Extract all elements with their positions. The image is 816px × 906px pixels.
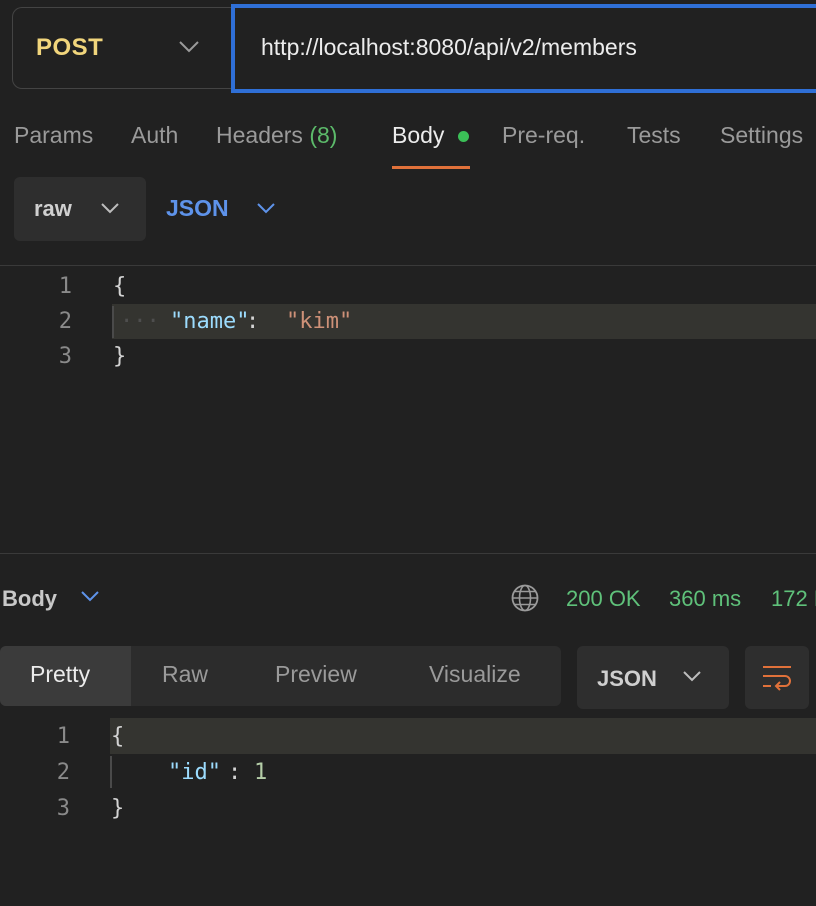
json-key[interactable]: "id"	[168, 760, 221, 785]
json-colon: :	[228, 760, 242, 785]
chevron-down-icon[interactable]	[178, 40, 200, 54]
globe-icon[interactable]	[510, 583, 540, 613]
status-code[interactable]: 200 OK	[566, 586, 641, 612]
tab-body[interactable]: Body	[392, 122, 444, 149]
wrap-lines-icon	[761, 662, 793, 694]
json-number-value[interactable]: 1	[254, 760, 267, 785]
line-number: 2	[58, 309, 72, 334]
chevron-down-icon	[100, 202, 120, 214]
json-colon: :	[246, 309, 260, 334]
tab-headers[interactable]: Headers (8)	[216, 122, 337, 149]
indent-guide	[110, 756, 112, 788]
pane-splitter[interactable]	[0, 553, 816, 554]
close-brace[interactable]: }	[111, 796, 124, 821]
response-size[interactable]: 172 B	[771, 586, 816, 612]
divider	[0, 265, 816, 266]
line-number: 1	[56, 724, 70, 749]
whitespace-dots: ···	[120, 309, 160, 334]
tab-pre-request[interactable]: Pre-req.	[502, 122, 585, 149]
method-label: POST	[36, 34, 104, 61]
headers-count: (8)	[309, 122, 338, 148]
tab-tests[interactable]: Tests	[627, 122, 681, 149]
body-language-dropdown[interactable]: JSON	[166, 195, 229, 222]
response-section-label[interactable]: Body	[2, 586, 57, 612]
open-brace[interactable]: {	[113, 274, 126, 299]
response-time[interactable]: 360 ms	[669, 586, 741, 612]
tab-auth[interactable]: Auth	[131, 122, 178, 149]
chevron-down-icon[interactable]	[256, 202, 276, 214]
line-number: 1	[58, 274, 72, 299]
json-string-value[interactable]: "kim"	[286, 309, 352, 334]
response-format-label: JSON	[597, 666, 657, 691]
view-tab-visualize[interactable]: Visualize	[429, 661, 521, 688]
line-number: 2	[56, 760, 70, 785]
open-brace[interactable]: {	[111, 724, 124, 749]
tab-headers-label: Headers	[216, 122, 303, 148]
active-tab-indicator	[392, 166, 470, 169]
current-line-highlight	[110, 718, 816, 754]
close-brace[interactable]: }	[113, 344, 126, 369]
chevron-down-icon	[682, 670, 702, 682]
line-number: 3	[56, 796, 70, 821]
tab-settings[interactable]: Settings	[720, 122, 803, 149]
json-key[interactable]: "name"	[170, 309, 249, 334]
view-tab-raw[interactable]: Raw	[162, 661, 208, 688]
body-modified-dot	[458, 131, 469, 142]
view-tab-pretty[interactable]: Pretty	[30, 661, 90, 688]
body-mode-label: raw	[34, 196, 72, 221]
chevron-down-icon[interactable]	[80, 590, 100, 602]
indent-guide	[112, 306, 114, 338]
url-text: http://localhost:8080/api/v2/members	[261, 34, 637, 60]
tab-params[interactable]: Params	[14, 122, 93, 149]
view-tab-preview[interactable]: Preview	[275, 661, 357, 688]
line-number: 3	[58, 344, 72, 369]
